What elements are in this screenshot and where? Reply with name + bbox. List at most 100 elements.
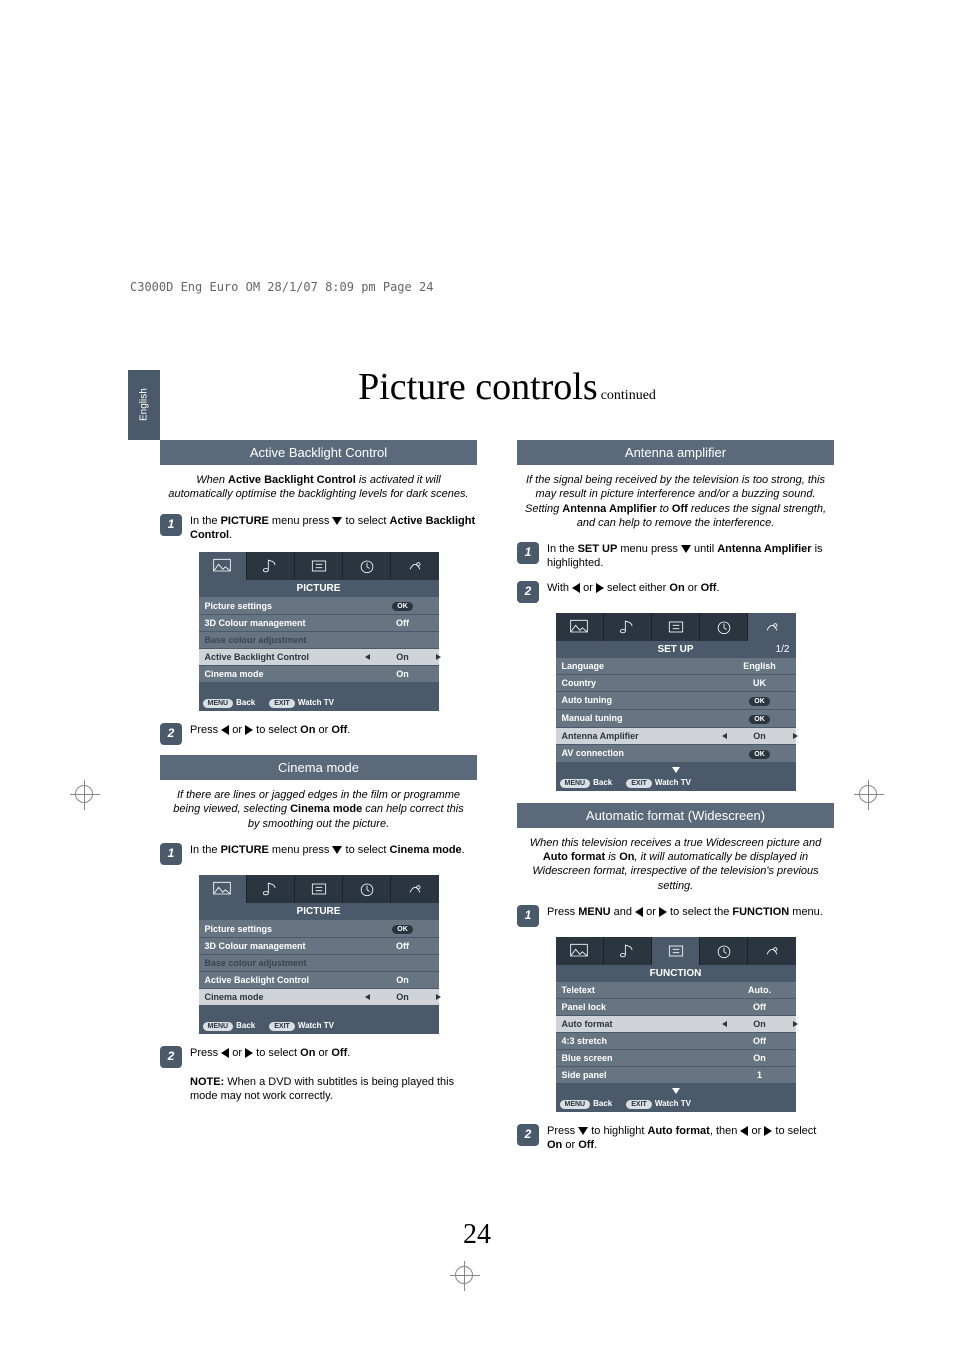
cinema-step-2: 2 Press or to select On or Off. NOTE: Wh… — [160, 1046, 477, 1103]
ok-icon: OK — [392, 602, 413, 611]
osd-footer: MENUBack EXITWatch TV — [199, 695, 439, 711]
osd-row-picture-settings: Picture settings OK — [199, 920, 439, 938]
osd-tab-setup-icon — [391, 552, 438, 580]
osd-row-manualtuning: Manual tuning OK — [556, 710, 796, 728]
crop-mark-bottom — [450, 1261, 480, 1291]
osd-row-autotuning: Auto tuning OK — [556, 692, 796, 710]
arrow-left-icon — [221, 1048, 229, 1058]
antenna-step-2: 2 With or select either On or Off. — [517, 581, 834, 603]
osd-tab-timer-icon — [343, 875, 391, 903]
arrow-left-icon — [221, 725, 229, 735]
step-badge: 2 — [517, 1124, 539, 1146]
language-tab: English — [128, 370, 160, 440]
arrow-right-icon — [245, 725, 253, 735]
osd-tab-function-icon — [652, 613, 700, 641]
arrow-down-icon — [672, 767, 680, 773]
page-title-row: Picture controls continued — [180, 365, 834, 409]
osd-tab-timer-icon — [700, 613, 748, 641]
osd-row-auto-format: Auto format On — [556, 1016, 796, 1033]
step-badge: 2 — [160, 723, 182, 745]
arrow-down-icon — [681, 545, 691, 553]
osd-row-3d-colour: 3D Colour management Off — [199, 615, 439, 632]
osd-tab-setup-icon — [391, 875, 438, 903]
osd-row-blue-screen: Blue screen On — [556, 1050, 796, 1067]
antenna-intro: If the signal being received by the tele… — [523, 473, 828, 530]
page-subtitle: continued — [601, 388, 656, 403]
arrow-right-icon — [596, 583, 604, 593]
arrow-left-icon — [635, 907, 643, 917]
ok-icon: OK — [749, 750, 770, 759]
cinema-step-1: 1 In the PICTURE menu press to select Ci… — [160, 843, 477, 865]
osd-tab-function-icon — [295, 875, 343, 903]
step-badge: 1 — [517, 905, 539, 927]
osd-row-teletext: Teletext Auto. — [556, 982, 796, 999]
page-number: 24 — [0, 1219, 954, 1251]
section-cinema-heading: Cinema mode — [160, 755, 477, 780]
arrow-down-icon — [672, 1088, 680, 1094]
osd-row-active-backlight: Active Backlight Control On — [199, 972, 439, 989]
section-autoformat-heading: Automatic format (Widescreen) — [517, 803, 834, 828]
osd-tab-sound-icon — [604, 613, 652, 641]
backlight-step-1: 1 In the PICTURE menu press to select Ac… — [160, 514, 477, 543]
osd-row-language: Language English — [556, 658, 796, 675]
osd-tab-setup-icon — [748, 937, 795, 965]
arrow-left-icon — [572, 583, 580, 593]
osd-row-active-backlight: Active Backlight Control On — [199, 649, 439, 666]
osd-picture-menu: PICTURE Picture settings OK 3D Colour ma… — [199, 552, 439, 711]
osd-tab-sound-icon — [604, 937, 652, 965]
step-badge: 1 — [517, 542, 539, 564]
osd-tab-sound-icon — [247, 552, 295, 580]
section-backlight-heading: Active Backlight Control — [160, 440, 477, 465]
osd-title: PICTURE — [199, 580, 439, 597]
osd-tab-picture-icon — [556, 937, 604, 965]
osd-setup-menu: SET UP 1/2 Language English Country UK A… — [556, 613, 796, 791]
backlight-step-2: 2 Press or to select On or Off. — [160, 723, 477, 745]
step-badge: 2 — [160, 1046, 182, 1068]
osd-tab-function-icon — [652, 937, 700, 965]
crop-mark-right — [854, 780, 884, 810]
ok-icon: OK — [392, 925, 413, 934]
osd-title: FUNCTION — [556, 965, 796, 982]
arrow-down-icon — [578, 1127, 588, 1135]
arrow-down-icon — [332, 517, 342, 525]
ok-icon: OK — [749, 715, 770, 724]
osd-row-43-stretch: 4:3 stretch Off — [556, 1033, 796, 1050]
osd-row-av-connection: AV connection OK — [556, 745, 796, 763]
osd-row-base-colour: Base colour adjustment — [199, 632, 439, 649]
step-badge: 1 — [160, 843, 182, 865]
autoformat-intro: When this television receives a true Wid… — [523, 836, 828, 893]
osd-tab-setup-icon — [748, 613, 795, 641]
page-title: Picture controls — [358, 366, 598, 408]
arrow-right-icon — [245, 1048, 253, 1058]
osd-row-cinema: Cinema mode On — [199, 666, 439, 683]
osd-footer: MENUBack EXITWatch TV — [199, 1018, 439, 1034]
osd-row-side-panel: Side panel 1 — [556, 1067, 796, 1084]
osd-row-cinema: Cinema mode On — [199, 989, 439, 1006]
osd-title: PICTURE — [199, 903, 439, 920]
osd-row-base-colour: Base colour adjustment — [199, 955, 439, 972]
osd-picture-menu-cinema: PICTURE Picture settings OK 3D Colour ma… — [199, 875, 439, 1034]
arrow-right-icon — [659, 907, 667, 917]
osd-tab-picture-icon — [199, 552, 247, 580]
osd-row-antenna-amplifier: Antenna Amplifier On — [556, 728, 796, 745]
osd-tab-picture-icon — [556, 613, 604, 641]
step-badge: 1 — [160, 514, 182, 536]
arrow-down-icon — [332, 846, 342, 854]
osd-page-indicator: 1/2 — [776, 644, 790, 655]
osd-tab-sound-icon — [247, 875, 295, 903]
osd-row-country: Country UK — [556, 675, 796, 692]
autoformat-step-2: 2 Press to highlight Auto format, then o… — [517, 1124, 834, 1153]
page-meta: C3000D Eng Euro OM 28/1/07 8:09 pm Page … — [130, 280, 433, 294]
section-antenna-heading: Antenna amplifier — [517, 440, 834, 465]
osd-tab-timer-icon — [343, 552, 391, 580]
step-badge: 2 — [517, 581, 539, 603]
osd-tab-timer-icon — [700, 937, 748, 965]
osd-row-picture-settings: Picture settings OK — [199, 597, 439, 615]
ok-icon: OK — [749, 697, 770, 706]
osd-row-3d-colour: 3D Colour management Off — [199, 938, 439, 955]
crop-mark-left — [70, 780, 100, 810]
osd-tab-picture-icon — [199, 875, 247, 903]
antenna-step-1: 1 In the SET UP menu press until Antenna… — [517, 542, 834, 571]
autoformat-step-1: 1 Press MENU and or to select the FUNCTI… — [517, 905, 834, 927]
osd-footer: MENUBack EXITWatch TV — [556, 775, 796, 791]
